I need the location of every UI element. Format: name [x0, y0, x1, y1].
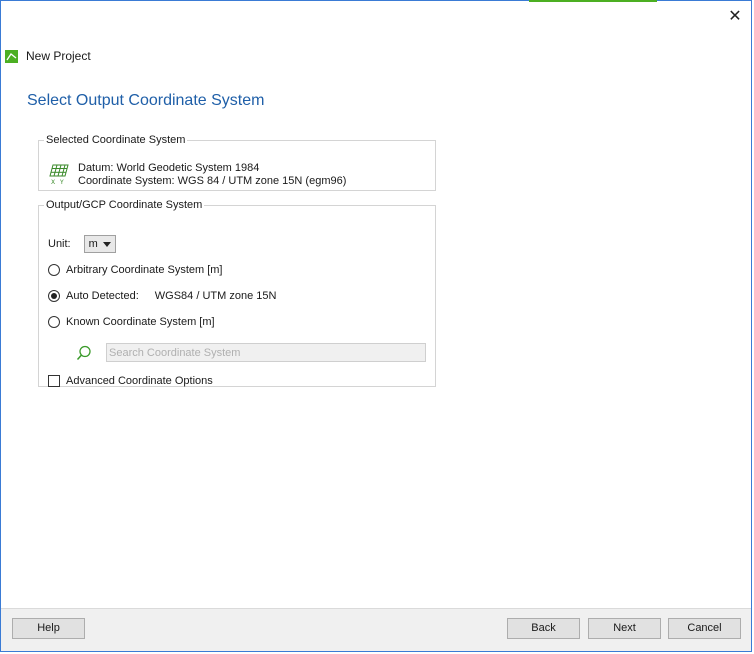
coordinate-search	[76, 343, 426, 362]
chevron-down-icon	[102, 241, 111, 247]
group-legend: Selected Coordinate System	[46, 134, 186, 146]
radio-known[interactable]: Known Coordinate System [m]	[48, 316, 215, 328]
search-icon	[76, 345, 91, 360]
radio-label: Arbitrary Coordinate System [m]	[66, 264, 223, 276]
radio-label: Known Coordinate System [m]	[66, 316, 215, 328]
radio-label: Auto Detected:	[66, 290, 139, 302]
unit-label: Unit:	[48, 238, 71, 250]
page-title: Select Output Coordinate System	[27, 92, 265, 109]
auto-detected-value: WGS84 / UTM zone 15N	[154, 290, 277, 302]
accent-bar	[529, 0, 657, 2]
unit-select-value: m	[88, 238, 98, 250]
dialog-footer: Help Back Next Cancel	[1, 608, 751, 651]
advanced-options-checkbox[interactable]	[48, 375, 60, 387]
datum-text: Datum: World Geodetic System 1984	[78, 162, 260, 174]
group-legend: Output/GCP Coordinate System	[46, 199, 203, 211]
radio-button[interactable]	[48, 264, 60, 276]
close-icon: ✕	[728, 8, 742, 25]
svg-text:X: X	[51, 179, 55, 185]
search-input[interactable]	[106, 343, 426, 362]
advanced-options-row[interactable]: Advanced Coordinate Options	[48, 375, 213, 387]
radio-button[interactable]	[48, 290, 60, 302]
coordinate-system-text-line: Coordinate System: WGS 84 / UTM zone 15N…	[78, 175, 347, 187]
title-bar: New Project	[5, 49, 91, 63]
selected-coordinate-system-group: Selected Coordinate System X Y Datum: Wo…	[38, 134, 436, 191]
coordinate-grid-icon: X Y	[49, 164, 69, 185]
coordinate-system-info: X Y Datum: World Geodetic System 1984 Co…	[49, 162, 346, 188]
output-coordinate-system-group: Output/GCP Coordinate System Unit: m Arb…	[38, 199, 436, 387]
coordinate-system-text: Datum: World Geodetic System 1984 Coordi…	[78, 162, 346, 188]
app-logo-icon	[5, 49, 18, 63]
radio-arbitrary[interactable]: Arbitrary Coordinate System [m]	[48, 264, 223, 276]
help-button[interactable]: Help	[12, 618, 85, 639]
window-title: New Project	[26, 49, 91, 63]
radio-auto-detected[interactable]: Auto Detected: WGS84 / UTM zone 15N	[48, 290, 276, 302]
radio-button[interactable]	[48, 316, 60, 328]
next-button[interactable]: Next	[588, 618, 661, 639]
cancel-button[interactable]: Cancel	[668, 618, 741, 639]
new-project-dialog: ✕ New Project Select Output Coordinate S…	[0, 0, 752, 652]
unit-select[interactable]: m	[83, 235, 116, 253]
advanced-options-label: Advanced Coordinate Options	[66, 375, 213, 387]
unit-row: Unit: m	[48, 235, 116, 253]
svg-text:Y: Y	[59, 179, 64, 185]
back-button[interactable]: Back	[507, 618, 580, 639]
close-button[interactable]: ✕	[727, 9, 743, 25]
